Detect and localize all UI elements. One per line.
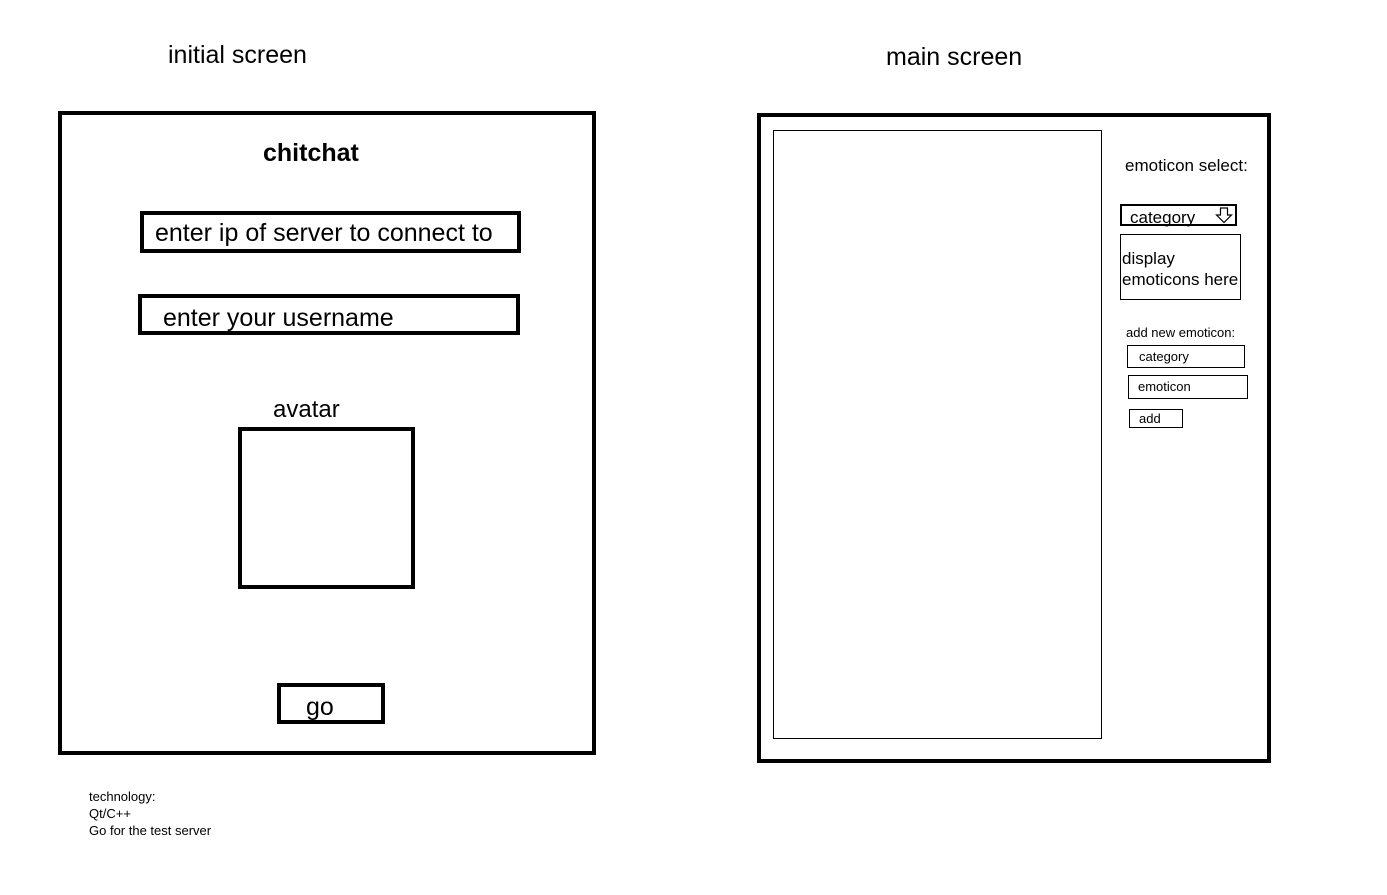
app-title: chitchat [263,139,359,167]
avatar-picker[interactable] [238,427,415,589]
emoticon-display-text: display emoticons here [1122,249,1239,289]
initial-screen-heading: initial screen [168,41,307,69]
new-emoticon-input[interactable]: emoticon [1128,375,1248,399]
add-emoticon-button-label: add [1139,411,1161,426]
username-input[interactable]: enter your username [138,294,520,335]
emoticon-select-label: emoticon select: [1125,156,1248,175]
avatar-label: avatar [273,396,340,423]
note-go-server: Go for the test server [89,823,212,838]
go-button[interactable]: go [277,683,385,724]
add-new-emoticon-label: add new emoticon: [1126,325,1236,340]
new-emoticon-field-text: emoticon [1138,379,1191,394]
new-category-field-text: category [1139,349,1189,364]
go-button-label: go [306,693,334,721]
emoticon-display-panel[interactable]: display emoticons here [1120,234,1241,300]
main-screen-heading: main screen [886,43,1023,71]
add-emoticon-button[interactable]: add [1129,409,1183,428]
note-qt: Qt/C++ [89,806,131,821]
server-ip-input[interactable]: enter ip of server to connect to [140,211,521,253]
server-ip-placeholder: enter ip of server to connect to [155,219,493,247]
category-dropdown[interactable]: category [1120,204,1237,226]
chat-area[interactable] [773,130,1102,739]
username-placeholder: enter your username [163,304,394,332]
arrow-down-icon [1215,207,1233,224]
category-dropdown-value: category [1130,208,1196,227]
note-technology: technology: [89,789,156,804]
new-category-input[interactable]: category [1127,345,1245,368]
